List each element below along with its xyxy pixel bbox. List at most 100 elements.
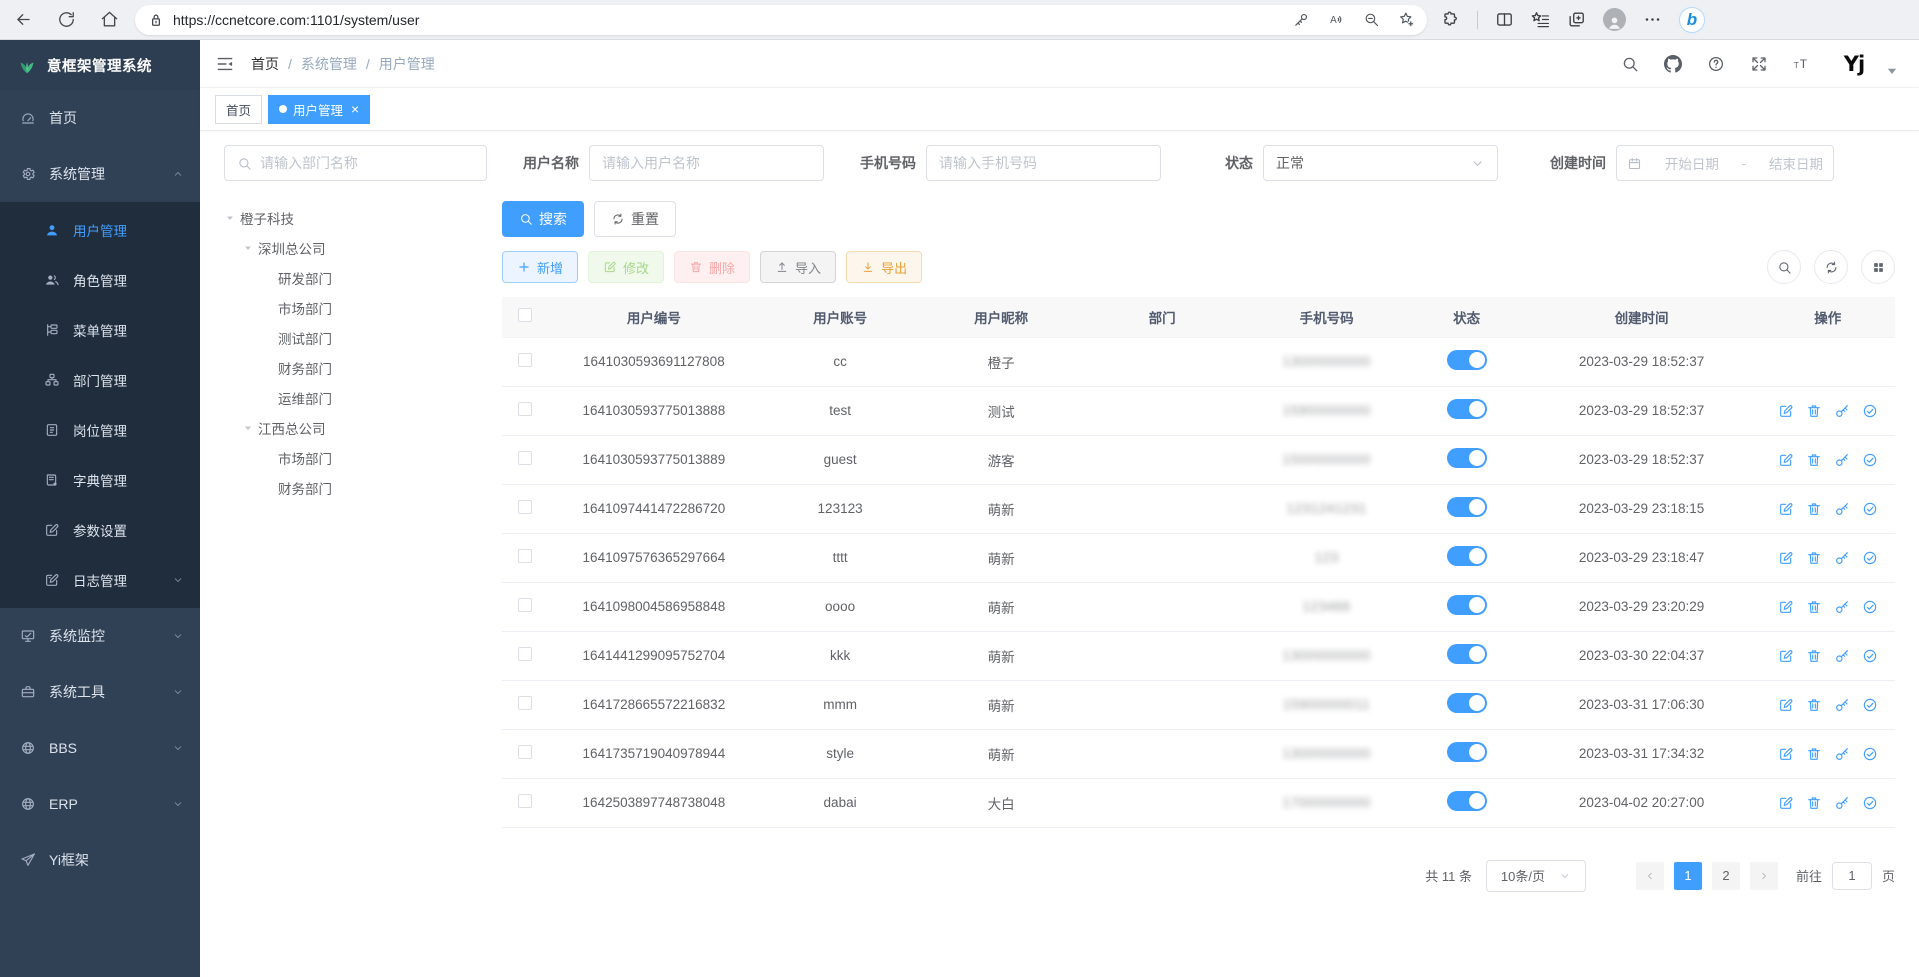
search-icon[interactable] [1621, 55, 1639, 73]
select-all-checkbox[interactable] [518, 308, 532, 322]
goto-page-input[interactable]: 1 [1832, 862, 1872, 890]
status-toggle[interactable] [1447, 497, 1487, 517]
assign-role-icon[interactable] [1862, 501, 1878, 517]
sidebar-item-post[interactable]: 岗位管理 [0, 405, 200, 455]
tree-node[interactable]: 研发部门 [224, 263, 487, 293]
more-icon[interactable] [1643, 10, 1662, 29]
caret-down-icon[interactable] [242, 242, 254, 254]
prev-page-button[interactable] [1636, 862, 1664, 890]
delete-icon[interactable] [1806, 501, 1822, 517]
assign-role-icon[interactable] [1862, 746, 1878, 762]
tree-node[interactable]: 橙子科技 [224, 203, 487, 233]
lock-icon[interactable] [147, 11, 165, 29]
reset-password-icon[interactable] [1834, 550, 1850, 566]
avatar[interactable]: Yj [1836, 46, 1872, 82]
help-icon[interactable] [1707, 55, 1725, 73]
delete-icon[interactable] [1806, 452, 1822, 468]
reset-password-icon[interactable] [1834, 648, 1850, 664]
edit-icon[interactable] [1778, 648, 1794, 664]
back-icon[interactable] [14, 10, 33, 29]
edit-icon[interactable] [1778, 501, 1794, 517]
status-toggle[interactable] [1447, 399, 1487, 419]
sidebar-item-home[interactable]: 首页 [0, 90, 200, 146]
fullscreen-icon[interactable] [1750, 55, 1768, 73]
delete-icon[interactable] [1806, 550, 1822, 566]
url-text[interactable]: https://ccnetcore.com:1101/system/user [173, 12, 1285, 28]
caret-down-icon[interactable] [1883, 62, 1901, 80]
export-button[interactable]: 导出 [846, 251, 922, 283]
column-settings-button[interactable] [1861, 250, 1895, 284]
sidebar-item-dept[interactable]: 部门管理 [0, 355, 200, 405]
profile-icon[interactable] [1603, 8, 1626, 31]
tree-node[interactable]: 市场部门 [224, 293, 487, 323]
delete-icon[interactable] [1806, 599, 1822, 615]
bing-icon[interactable]: b [1679, 7, 1705, 33]
delete-icon[interactable] [1806, 697, 1822, 713]
sidebar-item-erp[interactable]: ERP [0, 776, 200, 832]
modify-button[interactable]: 修改 [588, 251, 664, 283]
status-toggle[interactable] [1447, 595, 1487, 615]
edit-icon[interactable] [1778, 746, 1794, 762]
row-checkbox[interactable] [518, 647, 532, 661]
assign-role-icon[interactable] [1862, 403, 1878, 419]
page-button-2[interactable]: 2 [1712, 862, 1740, 890]
status-toggle[interactable] [1447, 791, 1487, 811]
reset-password-icon[interactable] [1834, 403, 1850, 419]
status-toggle[interactable] [1447, 350, 1487, 370]
assign-role-icon[interactable] [1862, 795, 1878, 811]
add-button[interactable]: 新增 [502, 251, 578, 283]
tab-groups-icon[interactable] [1567, 10, 1586, 29]
favorite-add-icon[interactable] [1398, 11, 1415, 28]
tree-node[interactable]: 市场部门 [224, 443, 487, 473]
tree-node[interactable]: 深圳总公司 [224, 233, 487, 263]
status-toggle[interactable] [1447, 693, 1487, 713]
split-screen-icon[interactable] [1495, 10, 1514, 29]
edit-icon[interactable] [1778, 452, 1794, 468]
github-icon[interactable] [1664, 55, 1682, 73]
sidebar-item-dict[interactable]: 字典管理 [0, 455, 200, 505]
zoom-out-icon[interactable] [1363, 11, 1380, 28]
search-button[interactable]: 搜索 [502, 201, 584, 237]
collapse-sidebar-icon[interactable] [215, 54, 235, 74]
page-button-1[interactable]: 1 [1674, 862, 1702, 890]
status-toggle[interactable] [1447, 742, 1487, 762]
page-size-select[interactable]: 10条/页 [1486, 860, 1586, 892]
caret-down-icon[interactable] [224, 212, 236, 224]
edit-icon[interactable] [1778, 795, 1794, 811]
address-bar[interactable]: https://ccnetcore.com:1101/system/user A [135, 5, 1427, 35]
tab-用户管理[interactable]: 用户管理× [268, 95, 370, 124]
tree-node[interactable]: 运维部门 [224, 383, 487, 413]
next-page-button[interactable] [1750, 862, 1778, 890]
font-size-icon[interactable]: TT [1793, 55, 1811, 73]
extensions-icon[interactable] [1441, 10, 1460, 29]
sidebar-item-log[interactable]: 日志管理 [0, 555, 200, 605]
reset-button[interactable]: 重置 [594, 201, 676, 237]
row-checkbox[interactable] [518, 451, 532, 465]
assign-role-icon[interactable] [1862, 599, 1878, 615]
close-icon[interactable]: × [351, 102, 359, 116]
row-checkbox[interactable] [518, 794, 532, 808]
reset-password-icon[interactable] [1834, 795, 1850, 811]
edit-icon[interactable] [1778, 697, 1794, 713]
assign-role-icon[interactable] [1862, 550, 1878, 566]
refresh-icon[interactable] [57, 10, 76, 29]
row-checkbox[interactable] [518, 353, 532, 367]
reset-password-icon[interactable] [1834, 599, 1850, 615]
reset-password-icon[interactable] [1834, 697, 1850, 713]
sidebar-item-menu[interactable]: 菜单管理 [0, 305, 200, 355]
row-checkbox[interactable] [518, 549, 532, 563]
password-key-icon[interactable] [1293, 11, 1310, 28]
sidebar-item-role[interactable]: 角色管理 [0, 255, 200, 305]
refresh-table-button[interactable] [1814, 250, 1848, 284]
sidebar-item-yi[interactable]: Yi框架 [0, 832, 200, 888]
status-select[interactable]: 正常 [1263, 145, 1498, 181]
breadcrumb-item[interactable]: 首页 [251, 54, 279, 74]
tree-node[interactable]: 财务部门 [224, 353, 487, 383]
delete-button[interactable]: 删除 [674, 251, 750, 283]
tab-首页[interactable]: 首页 [215, 95, 262, 124]
show-search-button[interactable] [1767, 250, 1801, 284]
username-input[interactable]: 请输入用户名称 [589, 145, 824, 181]
sidebar-item-monitor[interactable]: 系统监控 [0, 608, 200, 664]
home-icon[interactable] [100, 10, 119, 29]
delete-icon[interactable] [1806, 403, 1822, 419]
